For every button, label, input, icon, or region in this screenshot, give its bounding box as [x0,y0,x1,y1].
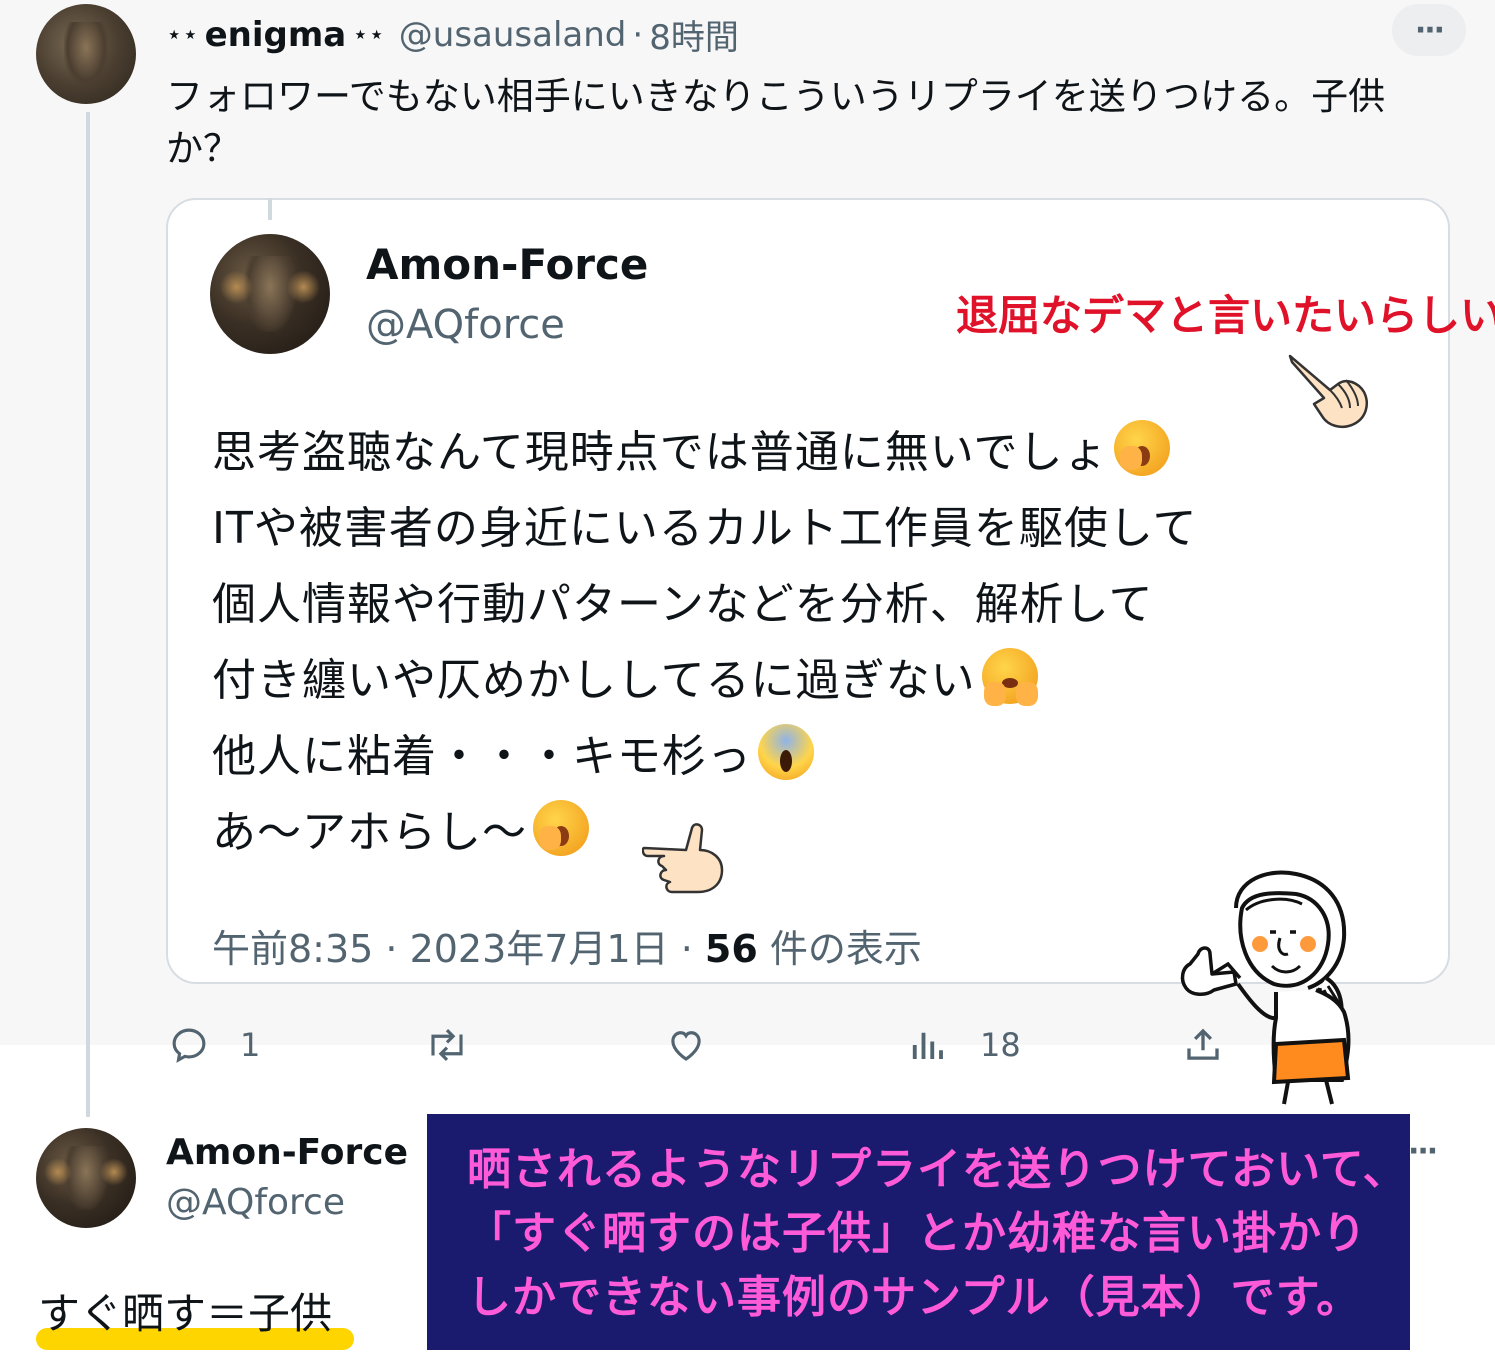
reply-icon [172,1028,206,1063]
yawning-face-emoji [1114,420,1171,476]
retweet-button[interactable] [424,1020,470,1070]
like-button[interactable] [664,1020,708,1070]
more-icon: ··· [1414,12,1445,48]
reply-handle[interactable]: @AQforce [166,1182,345,1223]
reply-button[interactable]: 1 [168,1020,260,1070]
quote-line-3: 個人情報や行動パターンなどを分析、解析して [212,568,1153,632]
quote-line-text: 他人に粘着・・・キモ杉っ [212,731,752,782]
quote-line-text: 思考盗聴なんて現時点では普通に無いでしょ [212,427,1109,478]
avatar-glow [44,1158,72,1186]
caption-line-1: 晒されるようなリプライを送りつけておいて、 [467,1144,1408,1195]
old-woman-illustration [1180,870,1351,1105]
avatar-glow [100,1158,128,1186]
like-icon [671,1031,701,1061]
pointing-hand-icon [642,823,724,894]
separator: · [632,14,644,55]
analytics-button[interactable]: 18 [908,1020,1021,1070]
quote-line-text: ITや被害者の身近にいるカルト工作員を駆使して [212,503,1198,554]
tweet-text-line2: か？ [166,127,240,170]
red-annotation: 退屈なデマと言いたいらしい [956,291,1495,340]
avatar-image [64,22,108,86]
quote-line-text: 付き纏いや仄めかししてるに過ぎない [212,655,976,706]
caption-line-2: 「すぐ晒すのは子供」とか幼稚な言い掛かり [467,1208,1367,1259]
analytics-count: 18 [980,1026,1021,1064]
hugging-face-emoji [981,648,1038,706]
analytics-icon [912,1032,943,1059]
more-button[interactable]: ··· [1392,4,1466,56]
name-decoration: ⋆⋆ [166,19,199,50]
display-name[interactable]: enigma [205,15,347,55]
quote-line-text: 個人情報や行動パターンなどを分析、解析して [212,579,1154,630]
quote-display-name[interactable]: Amon-Force [366,240,648,289]
avatar-amon-force[interactable] [210,234,330,354]
pointing-hand-icon [1288,354,1368,428]
screaming-face-emoji [758,724,814,780]
quoted-tweet-card[interactable]: Amon-Force @AQforce 退屈なデマと言いたいらしい 思考盗聴なん… [166,198,1495,984]
avatar-glow [286,270,321,304]
quote-line-text: あ〜アホらし〜 [212,807,527,858]
avatar-enigma[interactable] [36,4,136,104]
retweet-icon [431,1029,463,1061]
reply-more-icon[interactable]: ··· [1408,1134,1438,1169]
quote-line-4: 付き纏いや仄めかししてるに過ぎない [212,644,1038,708]
reply-count: 1 [240,1026,261,1064]
handle[interactable]: @usausaland [399,15,627,55]
thread-connector [86,112,90,1117]
reply-text: すぐ晒す＝子供 [38,1289,333,1338]
quote-handle[interactable]: @AQforce [366,302,565,348]
caption-box: 晒されるようなリプライを送りつけておいて、 「すぐ晒すのは子供」とか幼稚な言い掛… [427,1114,1410,1350]
reply-display-name[interactable]: Amon-Force [166,1132,408,1173]
quote-line-6: あ〜アホらし〜 [212,796,589,860]
yawning-face-emoji [533,800,589,856]
tweet-text-line1: フォロワーでもない相手にいきなりこういうリプライを送りつける。子供 [166,75,1386,118]
quote-line-5: 他人に粘着・・・キモ杉っ [212,720,814,784]
tweet-header: ⋆⋆ enigma ⋆⋆ @usausaland · 8時間 [166,10,739,59]
quote-line-1: 思考盗聴なんて現時点では普通に無いでしょ [212,416,1171,480]
quote-connector [268,198,272,220]
quote-timestamp[interactable]: 午前8:35 · 2023年7月1日 · [212,927,705,971]
quote-views-count: 56 [704,927,758,971]
name-decoration: ⋆⋆ [352,19,385,50]
quote-views-label: 件の表示 [757,927,922,971]
caption-line-3: しかできない事例のサンプル（見本）です。 [467,1272,1362,1323]
avatar-amon-force-reply[interactable] [36,1128,136,1228]
avatar-glow [219,270,254,304]
time-ago[interactable]: 8時間 [649,10,739,59]
quote-line-2: ITや被害者の身近にいるカルト工作員を駆使して [212,492,1198,556]
quote-timestamp-row: 午前8:35 · 2023年7月1日 · 56 件の表示 [212,918,922,973]
